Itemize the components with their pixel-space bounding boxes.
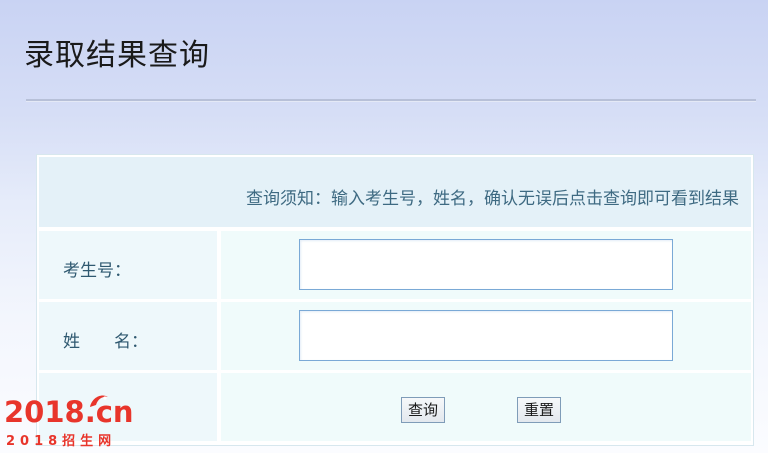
- exam-number-label-cell: 考生号：: [39, 231, 217, 299]
- name-field-cell: [221, 302, 751, 370]
- exam-number-field-cell: [221, 231, 751, 299]
- name-label-cell: 姓 名：: [39, 302, 217, 370]
- logo-swoosh-icon: [90, 395, 108, 407]
- logo-sub-text: 2018招生网: [6, 434, 117, 449]
- notice-text: 查询须知：输入考生号，姓名，确认无误后点击查询即可看到结果: [246, 189, 739, 209]
- logo-main-text: 2018.cn: [4, 395, 134, 429]
- name-label: 姓 名：: [63, 332, 148, 352]
- exam-number-label: 考生号：: [63, 261, 131, 281]
- reset-button[interactable]: 重置: [517, 397, 562, 423]
- site-logo: 2018.cn 2018招生网: [4, 395, 154, 451]
- actions-field-cell: 查询 重置: [221, 373, 751, 441]
- notice-bar: 查询须知：输入考生号，姓名，确认无误后点击查询即可看到结果: [39, 157, 751, 227]
- page-title: 录取结果查询: [24, 38, 210, 73]
- title-divider: [26, 99, 756, 102]
- query-button[interactable]: 查询: [401, 397, 446, 423]
- exam-number-row: 考生号：: [39, 231, 751, 299]
- exam-number-input[interactable]: [299, 239, 673, 290]
- name-row: 姓 名：: [39, 302, 751, 370]
- name-input[interactable]: [299, 310, 673, 361]
